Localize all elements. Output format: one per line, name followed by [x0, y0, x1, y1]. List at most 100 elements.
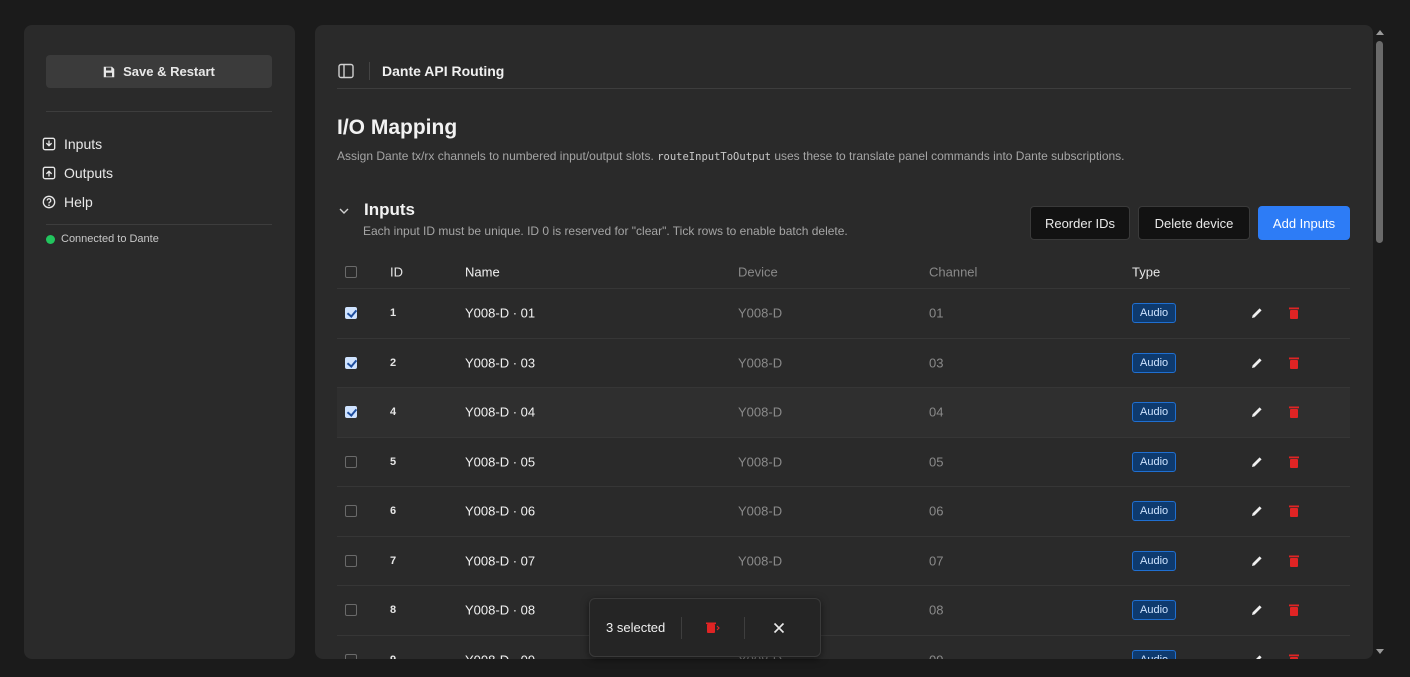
- row-select-cell: [345, 307, 357, 320]
- selected-count: 3 selected: [606, 620, 666, 635]
- delete-row-button[interactable]: [1289, 456, 1299, 468]
- row-checkbox[interactable]: [345, 406, 357, 419]
- column-header-id[interactable]: ID: [390, 264, 403, 279]
- row-checkbox[interactable]: [345, 653, 357, 659]
- reorder-ids-button[interactable]: Reorder IDs: [1030, 206, 1130, 240]
- type-badge: Audio: [1132, 649, 1177, 659]
- column-header-type[interactable]: Type: [1132, 264, 1160, 279]
- scrollbar[interactable]: [1373, 25, 1387, 659]
- add-inputs-button[interactable]: Add Inputs: [1258, 206, 1350, 240]
- row-id: 8: [390, 604, 397, 617]
- sidebar-item-outputs[interactable]: Outputs: [42, 158, 113, 187]
- edit-button[interactable]: [1251, 555, 1263, 567]
- row-checkbox[interactable]: [345, 307, 357, 320]
- type-badge: Audio: [1132, 550, 1177, 571]
- row-device: Y008-D: [738, 305, 783, 321]
- row-id: 6: [390, 505, 397, 518]
- row-device: Y008-D: [738, 503, 783, 519]
- row-id: 2: [390, 356, 397, 369]
- row-channel: 09: [929, 652, 943, 659]
- row-name: Y008-D · 04: [465, 404, 536, 420]
- delete-row-button[interactable]: [1289, 357, 1299, 369]
- toast-divider: [744, 616, 746, 639]
- edit-button[interactable]: [1251, 654, 1263, 659]
- column-header-name[interactable]: Name: [465, 264, 500, 279]
- trash-icon: [1289, 307, 1299, 320]
- row-checkbox[interactable]: [345, 455, 357, 468]
- row-checkbox[interactable]: [345, 554, 357, 567]
- row-channel: 08: [929, 602, 944, 618]
- edit-button[interactable]: [1251, 604, 1263, 616]
- trash-icon: [1289, 604, 1299, 617]
- edit-button[interactable]: [1251, 406, 1263, 418]
- edit-button[interactable]: [1251, 357, 1263, 369]
- table-row[interactable]: 4 Y008-D · 04 Y008-D 04 Audio: [337, 388, 1350, 438]
- edit-button[interactable]: [1251, 307, 1263, 319]
- table-row[interactable]: 2 Y008-D · 03 Y008-D 03 Audio: [337, 339, 1350, 388]
- topbar: Dante API Routing: [337, 53, 1351, 89]
- batch-delete-icon[interactable]: [706, 622, 721, 634]
- row-checkbox[interactable]: [345, 604, 357, 617]
- section-subtitle: Each input ID must be unique. ID 0 is re…: [363, 224, 848, 238]
- pencil-icon: [1252, 605, 1262, 616]
- close-icon[interactable]: [773, 622, 785, 634]
- row-checkbox[interactable]: [345, 356, 357, 369]
- save-restart-label: Save & Restart: [123, 64, 215, 79]
- delete-row-button[interactable]: [1289, 505, 1299, 518]
- row-type-cell: Audio: [1132, 451, 1177, 472]
- delete-device-button[interactable]: Delete device: [1138, 206, 1250, 240]
- table-row[interactable]: 8Y008-D · 08Y008-D08Audio: [337, 586, 1350, 636]
- scrollbar-thumb[interactable]: [1376, 41, 1383, 243]
- row-channel: 07: [929, 553, 944, 569]
- scroll-down-icon[interactable]: [1376, 649, 1384, 654]
- row-checkbox[interactable]: [345, 505, 357, 518]
- sidebar-item-label: Outputs: [64, 164, 114, 181]
- section-title: Inputs: [364, 200, 415, 219]
- trash-icon: [1289, 654, 1299, 659]
- breadcrumb: Dante API Routing: [382, 62, 505, 79]
- toast-divider: [681, 616, 683, 639]
- chevron-down-icon: [339, 208, 349, 214]
- row-name: Y008-D · 01: [465, 305, 536, 321]
- type-badge: Audio: [1132, 402, 1177, 423]
- table-row[interactable]: 9Y008-D · 09Y008-D09Audio: [337, 636, 1350, 659]
- row-device: Y008-D: [738, 553, 783, 569]
- column-header-device[interactable]: Device: [738, 264, 778, 279]
- table-row[interactable]: 1 Y008-D · 01 Y008-D 01 Audio: [337, 289, 1350, 339]
- pencil-icon: [1252, 556, 1262, 566]
- pencil-icon: [1252, 506, 1262, 517]
- row-type-cell: Audio: [1132, 352, 1177, 373]
- main-panel: Dante API Routing I/O Mapping Assign Dan…: [315, 25, 1373, 659]
- type-badge: Audio: [1132, 352, 1177, 373]
- edit-button[interactable]: [1251, 505, 1263, 517]
- delete-row-button[interactable]: [1289, 604, 1299, 617]
- delete-row-button[interactable]: [1289, 555, 1299, 567]
- scroll-up-icon[interactable]: [1376, 30, 1384, 35]
- table-row[interactable]: 7 Y008-D · 07 Y008-D 07 Audio: [337, 537, 1350, 586]
- trash-icon: [1289, 406, 1299, 419]
- sidebar-nav: Inputs Outputs Help: [42, 129, 113, 216]
- topbar-divider: [369, 61, 370, 80]
- column-header-channel[interactable]: Channel: [929, 264, 977, 279]
- inputs-section-toggle[interactable]: Inputs: [337, 200, 415, 220]
- sidebar-item-help[interactable]: Help: [42, 187, 113, 216]
- row-select-cell: [345, 356, 357, 369]
- save-restart-button[interactable]: Save & Restart: [46, 55, 272, 88]
- select-all-checkbox[interactable]: [345, 265, 357, 278]
- delete-row-button[interactable]: [1289, 307, 1299, 320]
- edit-button[interactable]: [1251, 456, 1263, 468]
- row-type-cell: Audio: [1132, 649, 1177, 659]
- row-type-cell: Audio: [1132, 303, 1177, 324]
- row-type-cell: Audio: [1132, 550, 1177, 571]
- row-channel: 03: [929, 355, 944, 371]
- table-row[interactable]: 5 Y008-D · 05 Y008-D 05 Audio: [337, 438, 1350, 487]
- row-select-cell: [345, 604, 357, 617]
- delete-row-button[interactable]: [1289, 406, 1299, 419]
- row-channel: 05: [929, 454, 944, 470]
- delete-row-button[interactable]: [1289, 654, 1299, 659]
- row-name: Y008-D · 09: [465, 652, 535, 659]
- row-channel: 06: [929, 503, 944, 519]
- sidebar-toggle-icon[interactable]: [337, 62, 355, 80]
- sidebar-item-inputs[interactable]: Inputs: [42, 129, 113, 158]
- table-row[interactable]: 6 Y008-D · 06 Y008-D 06 Audio: [337, 487, 1350, 537]
